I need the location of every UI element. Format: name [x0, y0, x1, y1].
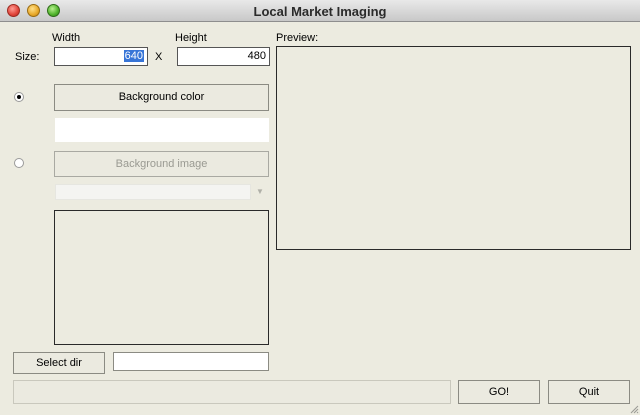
background-color-button[interactable]: Background color — [54, 84, 269, 111]
height-label: Height — [175, 32, 207, 44]
radio-selected-dot — [17, 95, 21, 99]
width-label: Width — [52, 32, 81, 44]
preview-panel — [276, 46, 631, 250]
background-image-select[interactable] — [55, 184, 251, 200]
background-color-swatch — [55, 118, 269, 142]
background-image-preview — [54, 210, 269, 345]
window-title: Local Market Imaging — [253, 4, 387, 19]
quit-button[interactable]: Quit — [548, 380, 630, 404]
size-label: Size: — [15, 51, 40, 63]
chevron-down-icon[interactable]: ▼ — [256, 187, 264, 196]
width-input[interactable]: 640 — [54, 47, 148, 66]
background-image-radio[interactable] — [14, 158, 24, 168]
background-color-radio[interactable] — [14, 92, 24, 102]
height-input[interactable]: 480 — [177, 47, 270, 66]
preview-label: Preview: — [276, 32, 319, 44]
select-dir-button[interactable]: Select dir — [13, 352, 105, 374]
size-separator: X — [155, 51, 163, 63]
go-button[interactable]: GO! — [458, 380, 540, 404]
width-value: 640 — [123, 50, 144, 62]
resize-grip-icon[interactable] — [629, 404, 639, 414]
status-bar — [13, 380, 451, 404]
directory-path-field[interactable] — [113, 352, 269, 371]
background-image-button[interactable]: Background image — [54, 151, 269, 177]
title-bar: Local Market Imaging — [0, 0, 640, 22]
